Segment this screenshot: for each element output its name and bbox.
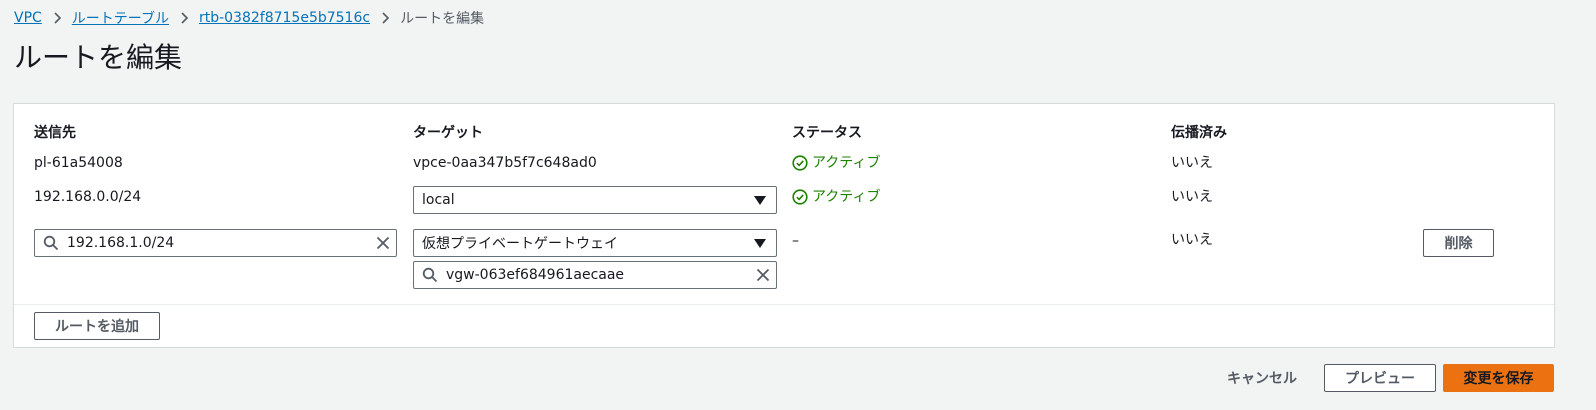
route-propagated: いいえ — [1171, 232, 1213, 248]
check-circle-icon — [792, 189, 808, 205]
status-text: アクティブ — [812, 155, 881, 171]
breadcrumb-current: ルートを編集 — [400, 11, 485, 27]
check-circle-icon — [792, 155, 808, 171]
route-propagated: いいえ — [1171, 155, 1213, 171]
breadcrumb-route-tables[interactable]: ルートテーブル — [72, 8, 169, 28]
add-route-button[interactable]: ルートを追加 — [34, 312, 160, 340]
page-title: ルートを編集 — [14, 41, 183, 74]
breadcrumb-route-table-id[interactable]: rtb-0382f8715e5b7516c — [199, 10, 370, 26]
target-type-select[interactable]: 仮想プライベートゲートウェイ — [413, 229, 777, 257]
column-header-destination: 送信先 — [34, 125, 76, 141]
divider — [14, 304, 1554, 305]
column-header-propagated: 伝播済み — [1171, 125, 1227, 141]
breadcrumb: VPC ルートテーブル rtb-0382f8715e5b7516c ルートを編集 — [14, 8, 484, 28]
chevron-right-icon — [370, 12, 400, 24]
target-id-input[interactable]: vgw-063ef684961aecaae — [413, 261, 777, 289]
chevron-right-icon — [42, 12, 72, 24]
search-icon — [35, 235, 67, 251]
column-header-target: ターゲット — [413, 125, 483, 141]
route-destination: 192.168.0.0/24 — [34, 189, 142, 205]
target-select-value: local — [422, 192, 455, 208]
remove-route-button[interactable]: 削除 — [1423, 229, 1494, 257]
chevron-right-icon — [169, 12, 199, 24]
target-type-select-value: 仮想プライベートゲートウェイ — [422, 236, 618, 252]
caret-down-icon — [754, 239, 766, 248]
route-destination: pl-61a54008 — [34, 155, 123, 171]
route-target: vpce-0aa347b5f7c648ad0 — [413, 155, 597, 171]
status-badge: アクティブ — [792, 153, 880, 173]
status-badge: アクティブ — [792, 187, 880, 207]
target-select[interactable]: local — [413, 186, 777, 214]
route-propagated: いいえ — [1171, 189, 1213, 205]
clear-icon[interactable] — [750, 268, 776, 282]
route-status-empty: – — [792, 233, 799, 249]
status-text: アクティブ — [812, 189, 881, 205]
preview-button[interactable]: プレビュー — [1324, 364, 1436, 392]
clear-icon[interactable] — [370, 236, 396, 250]
routes-panel: 送信先 ターゲット ステータス 伝播済み pl-61a54008 vpce-0a… — [13, 103, 1555, 348]
caret-down-icon — [754, 196, 766, 205]
save-changes-button[interactable]: 変更を保存 — [1443, 364, 1554, 392]
target-id-input-value: vgw-063ef684961aecaae — [446, 267, 625, 283]
destination-input[interactable]: 192.168.1.0/24 — [34, 229, 397, 257]
destination-input-value: 192.168.1.0/24 — [67, 235, 175, 251]
search-icon — [414, 267, 446, 283]
cancel-button[interactable]: キャンセル — [1214, 368, 1310, 388]
column-header-status: ステータス — [792, 125, 862, 141]
breadcrumb-vpc[interactable]: VPC — [14, 10, 42, 26]
